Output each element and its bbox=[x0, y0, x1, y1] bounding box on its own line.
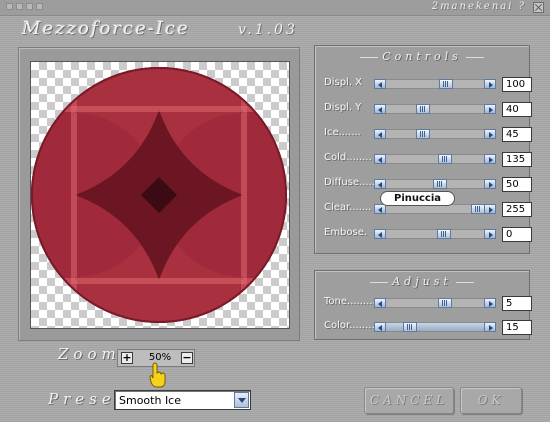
slider-thumb[interactable] bbox=[416, 104, 430, 114]
controls-slider[interactable] bbox=[374, 79, 496, 89]
chevron-right-icon[interactable] bbox=[484, 129, 496, 139]
controls-value-field[interactable]: 100 bbox=[502, 77, 532, 92]
chevron-left-icon[interactable] bbox=[374, 179, 386, 189]
preview-frame bbox=[18, 47, 300, 341]
chevron-left-icon[interactable] bbox=[374, 298, 386, 308]
close-icon[interactable] bbox=[533, 2, 544, 13]
chevron-right-icon[interactable] bbox=[484, 179, 496, 189]
controls-row: Ice....... 45 bbox=[315, 126, 532, 142]
controls-value-field[interactable]: 40 bbox=[502, 102, 532, 117]
preview-canvas[interactable] bbox=[30, 61, 290, 329]
preset-select[interactable]: Smooth Ice bbox=[114, 390, 251, 410]
adjust-value-field[interactable]: 15 bbox=[502, 320, 532, 335]
adjust-panel: Adjust Tone......... 5 Color......... 15 bbox=[314, 270, 532, 340]
adjust-row: Color......... 15 bbox=[315, 319, 532, 335]
controls-slider[interactable] bbox=[374, 229, 496, 239]
chevron-left-icon[interactable] bbox=[374, 129, 386, 139]
chevron-left-icon[interactable] bbox=[374, 79, 386, 89]
chevron-right-icon[interactable] bbox=[484, 204, 496, 214]
slider-thumb[interactable] bbox=[437, 229, 451, 239]
preset-value: Smooth Ice bbox=[119, 394, 181, 407]
controls-label: Displ. Y bbox=[324, 102, 362, 113]
chevron-down-icon[interactable] bbox=[234, 392, 249, 408]
pointer-hand-icon bbox=[149, 362, 166, 388]
controls-slider[interactable] bbox=[374, 154, 496, 164]
preview-image bbox=[31, 67, 287, 323]
controls-panel: Controls Displ. X 100 Displ. Y 40 Ice.......… bbox=[314, 45, 532, 254]
adjust-label: Color......... bbox=[324, 320, 378, 331]
chevron-left-icon[interactable] bbox=[374, 322, 386, 332]
cancel-button[interactable]: CANCEL bbox=[364, 387, 454, 414]
chevron-right-icon[interactable] bbox=[484, 298, 496, 308]
adjust-row: Tone......... 5 bbox=[315, 295, 532, 311]
title-bar: 2manekenai ? bbox=[0, 0, 550, 16]
zoom-label: Zoom bbox=[58, 345, 121, 363]
zoom-out-button[interactable]: − bbox=[181, 352, 193, 364]
version-label: v.1.03 bbox=[238, 22, 298, 38]
controls-slider[interactable] bbox=[374, 129, 496, 139]
controls-slider[interactable] bbox=[374, 104, 496, 114]
controls-row: Displ. X 100 bbox=[315, 76, 532, 92]
slider-fill bbox=[375, 323, 495, 331]
zoom-in-button[interactable]: + bbox=[121, 352, 133, 364]
controls-value-field[interactable]: 0 bbox=[502, 227, 532, 242]
watermark-badge: Pinuccia bbox=[380, 191, 455, 206]
controls-value-field[interactable]: 255 bbox=[502, 202, 532, 217]
controls-row: Cold........ 135 bbox=[315, 151, 532, 167]
controls-slider[interactable] bbox=[374, 179, 496, 189]
chevron-left-icon[interactable] bbox=[374, 154, 386, 164]
controls-label: Embose. bbox=[324, 227, 368, 238]
brand-text: 2manekenai ? bbox=[431, 1, 526, 12]
controls-label: Diffuse....... bbox=[324, 177, 382, 188]
chevron-left-icon[interactable] bbox=[374, 229, 386, 239]
adjust-slider[interactable] bbox=[374, 322, 496, 332]
controls-value-field[interactable]: 45 bbox=[502, 127, 532, 142]
slider-thumb[interactable] bbox=[403, 322, 417, 332]
slider-thumb[interactable] bbox=[416, 129, 430, 139]
adjust-label: Tone......... bbox=[324, 296, 376, 307]
controls-row: Diffuse....... 50 bbox=[315, 176, 532, 192]
adjust-value-field[interactable]: 5 bbox=[502, 296, 532, 311]
ok-button[interactable]: OK bbox=[460, 387, 522, 414]
controls-label: Clear....... bbox=[324, 202, 372, 213]
plugin-title: Mezzoforce-Ice bbox=[22, 18, 190, 39]
chevron-left-icon[interactable] bbox=[374, 104, 386, 114]
chevron-right-icon[interactable] bbox=[484, 322, 496, 332]
chevron-right-icon[interactable] bbox=[484, 229, 496, 239]
slider-thumb[interactable] bbox=[433, 179, 447, 189]
adjust-slider[interactable] bbox=[374, 298, 496, 308]
chevron-right-icon[interactable] bbox=[484, 79, 496, 89]
plugin-window: 2manekenai ? Mezzoforce-Ice v.1.03 Contr… bbox=[0, 0, 550, 422]
controls-title: Controls bbox=[315, 50, 529, 63]
controls-value-field[interactable]: 135 bbox=[502, 152, 532, 167]
slider-thumb[interactable] bbox=[438, 154, 452, 164]
chevron-right-icon[interactable] bbox=[484, 104, 496, 114]
controls-row: Displ. Y 40 bbox=[315, 101, 532, 117]
controls-row: Embose. 0 bbox=[315, 226, 532, 242]
chevron-right-icon[interactable] bbox=[484, 154, 496, 164]
grip-dot bbox=[36, 3, 43, 10]
controls-label: Ice....... bbox=[324, 127, 361, 138]
grip-dot bbox=[26, 3, 33, 10]
grip-dot bbox=[6, 3, 13, 10]
slider-thumb[interactable] bbox=[439, 79, 453, 89]
controls-label: Cold........ bbox=[324, 152, 372, 163]
controls-value-field[interactable]: 50 bbox=[502, 177, 532, 192]
slider-thumb[interactable] bbox=[438, 298, 452, 308]
adjust-title: Adjust bbox=[315, 275, 529, 288]
grip-dot bbox=[16, 3, 23, 10]
slider-thumb[interactable] bbox=[471, 204, 485, 214]
controls-label: Displ. X bbox=[324, 77, 363, 88]
